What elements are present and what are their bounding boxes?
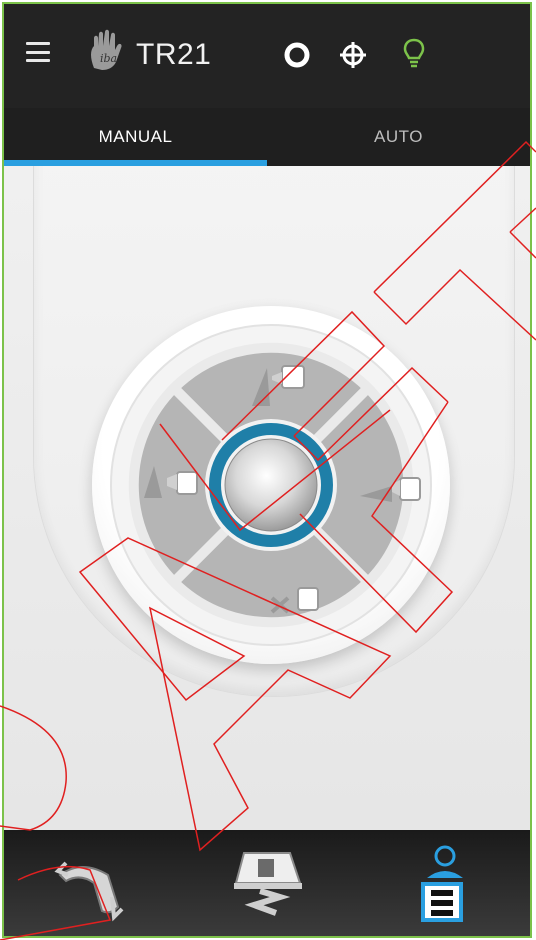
app-bar: iba TR21 <box>4 4 530 108</box>
bottom-nav <box>4 830 530 936</box>
tab-manual[interactable]: MANUAL <box>4 108 267 166</box>
control-area <box>4 166 530 830</box>
app-frame: iba TR21 MANUAL AUTO <box>2 2 532 938</box>
patient-position-icon <box>421 845 464 922</box>
gantry-rotation-button[interactable] <box>47 840 137 930</box>
tab-auto[interactable]: AUTO <box>267 108 530 166</box>
menu-icon[interactable] <box>26 42 50 62</box>
ring-icon[interactable] <box>284 42 310 68</box>
center-knob-button[interactable] <box>224 438 318 532</box>
hand-logo-icon: iba <box>91 29 122 70</box>
gantry-rotation-icon <box>54 861 124 922</box>
mode-tabs: MANUAL AUTO <box>4 108 530 166</box>
device-title: TR21 <box>136 38 212 71</box>
couch-icon <box>233 852 302 916</box>
bulb-icon[interactable] <box>402 38 426 70</box>
patient-position-button[interactable] <box>397 840 487 930</box>
couch-button[interactable] <box>222 840 312 930</box>
crosshair-icon[interactable] <box>338 40 368 70</box>
direction-pad <box>92 306 450 664</box>
svg-text:iba: iba <box>100 52 117 65</box>
